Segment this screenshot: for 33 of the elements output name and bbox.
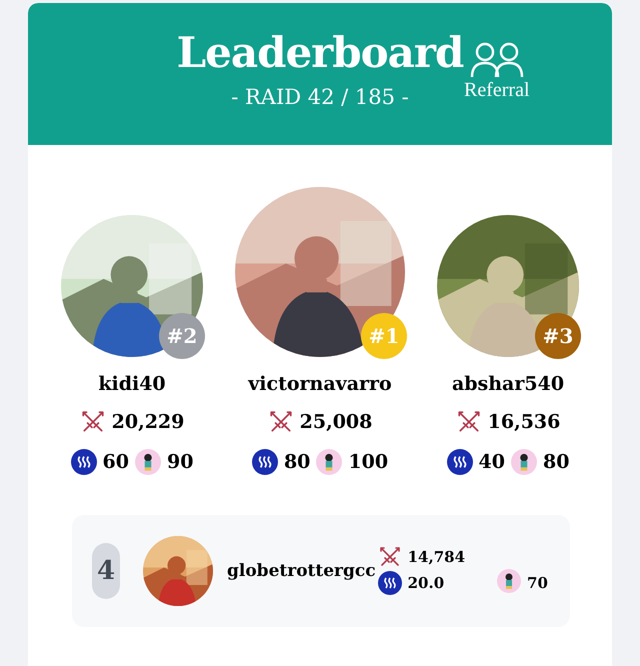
rank-badge: #2 — [159, 313, 205, 359]
referral-link[interactable]: Referral — [464, 79, 530, 102]
player-name: victornavarro — [248, 373, 392, 395]
player-name: globetrottergcc — [227, 561, 376, 581]
coin-value: 60 — [102, 451, 129, 473]
token-value: 90 — [167, 451, 194, 473]
score-value: 16,536 — [488, 411, 560, 433]
token-value: 70 — [527, 574, 548, 592]
token-value: 80 — [543, 451, 570, 473]
leaderboard-title: Leaderboard — [176, 27, 464, 79]
raid-subtitle: - RAID 42 / 185 - — [231, 85, 409, 109]
coin-icon — [70, 449, 97, 475]
rank-number: 4 — [92, 543, 120, 599]
score-value: 20,229 — [112, 411, 184, 433]
rank-badge: #3 — [535, 313, 581, 359]
crossed-swords-icon — [378, 545, 402, 569]
coin-icon — [446, 449, 473, 475]
score-value: 25,008 — [300, 411, 372, 433]
character-token-icon — [316, 449, 342, 475]
coin-icon — [378, 571, 402, 595]
character-token-icon — [511, 449, 537, 475]
coin-icon — [252, 449, 278, 475]
score-value: 14,784 — [408, 548, 466, 566]
token-value: 100 — [348, 451, 388, 473]
character-token-icon — [497, 569, 522, 593]
coin-value: 20.0 — [408, 574, 446, 592]
character-token-icon — [135, 449, 161, 475]
player-name: kidi40 — [98, 373, 166, 395]
coin-value: 40 — [478, 451, 505, 473]
rank-badge: #1 — [361, 313, 407, 359]
people-icon[interactable] — [470, 41, 524, 79]
coin-value: 80 — [284, 451, 310, 473]
player-name: abshar540 — [452, 373, 564, 395]
